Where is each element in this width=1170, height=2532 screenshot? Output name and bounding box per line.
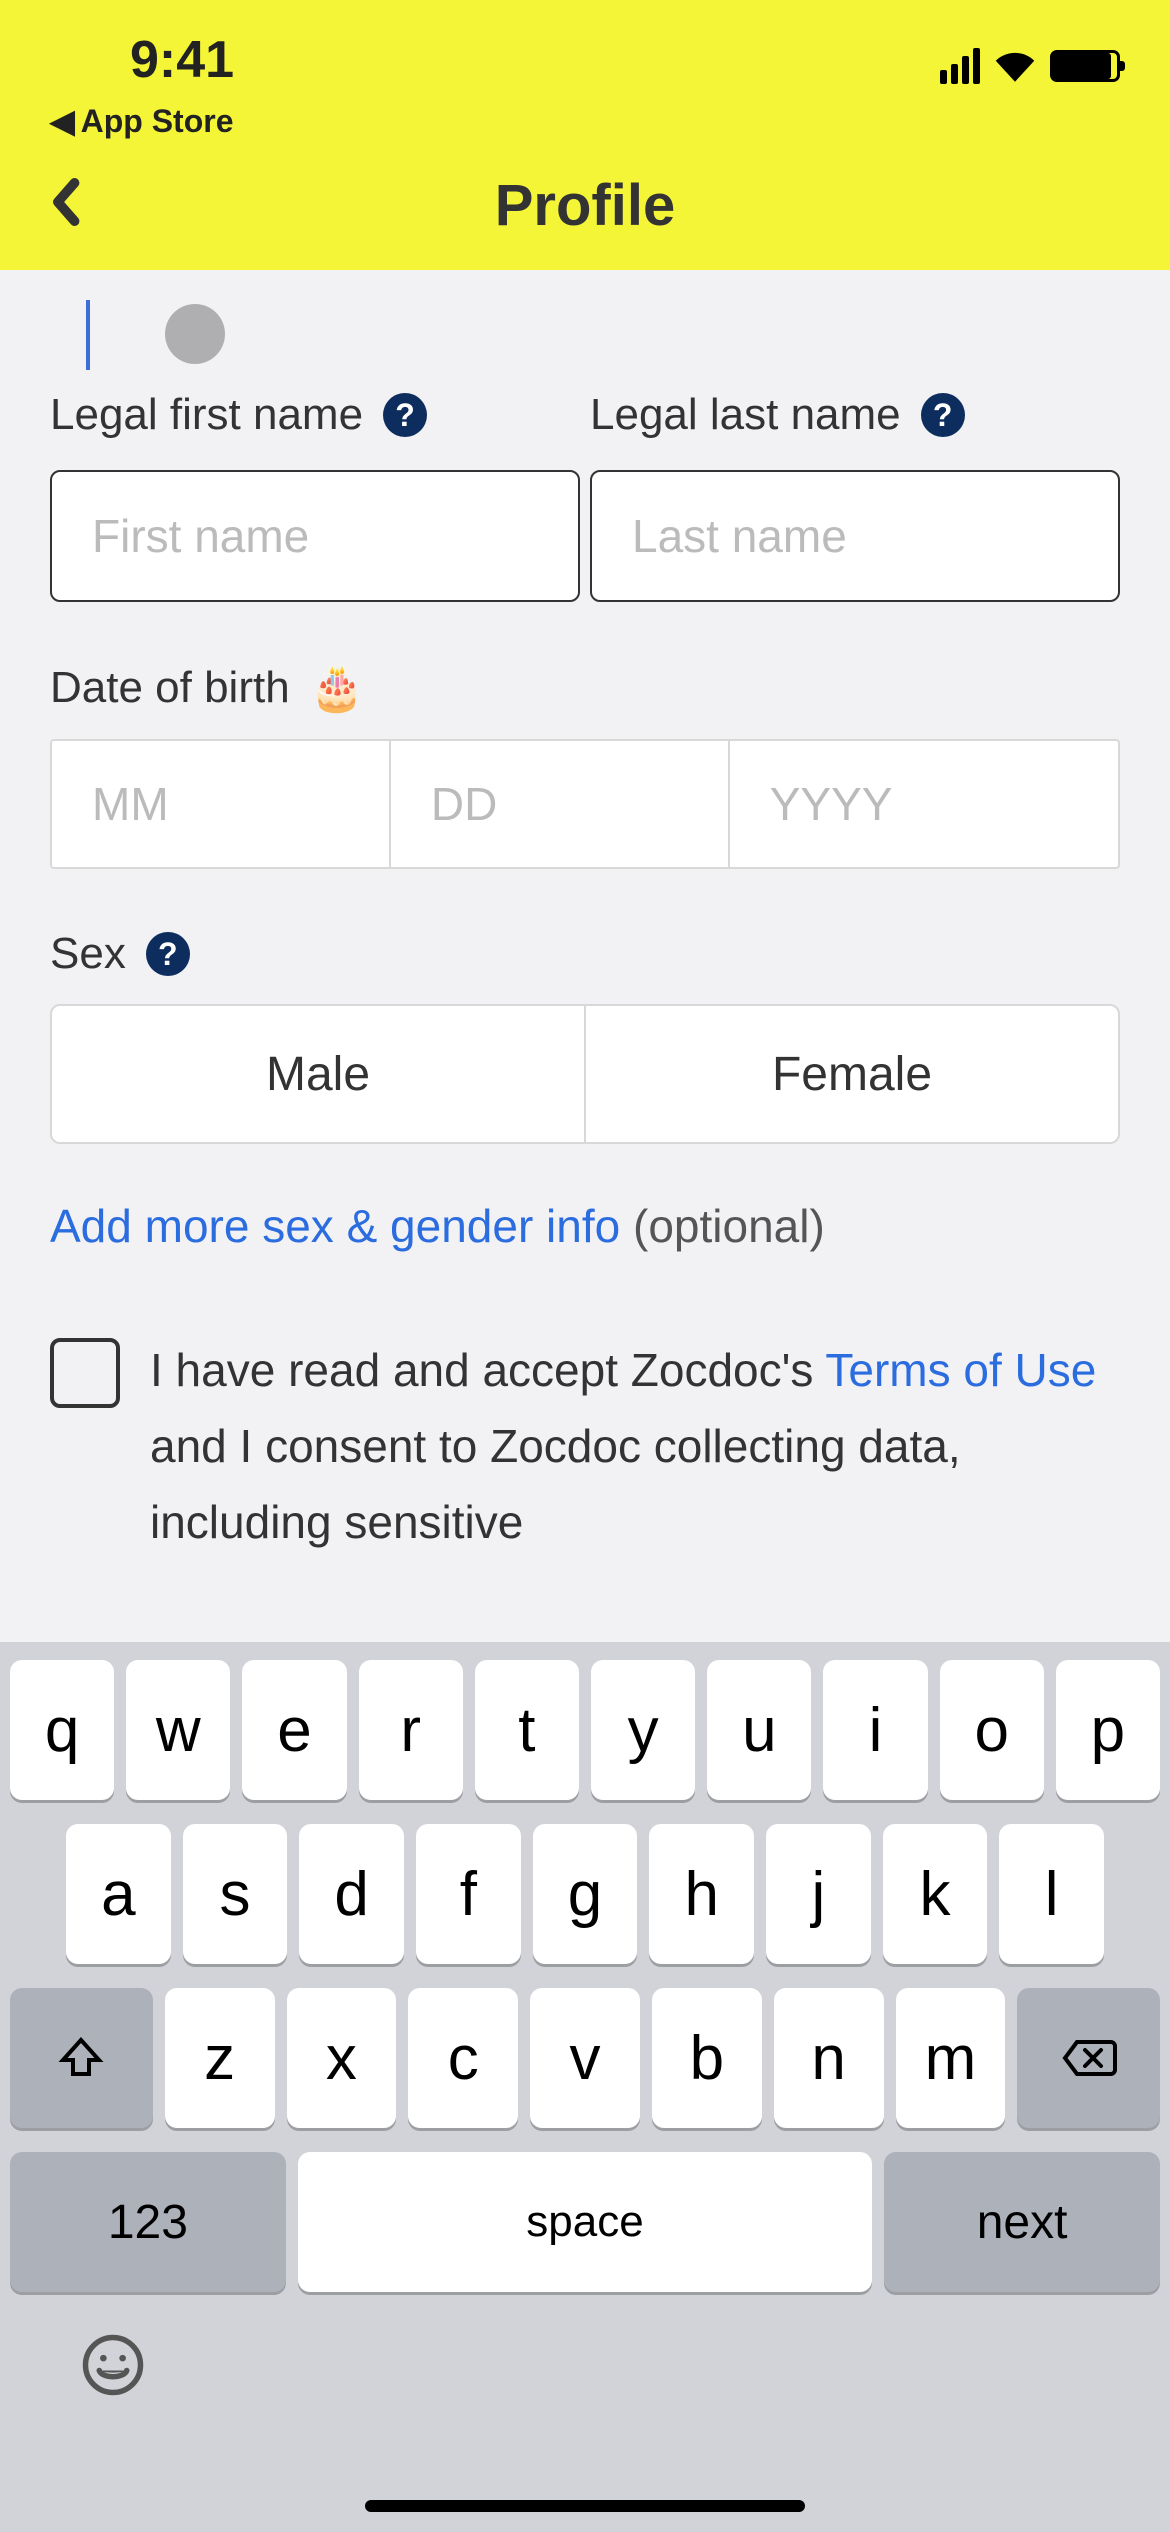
chevron-left-icon xyxy=(50,178,80,226)
key-n[interactable]: n xyxy=(774,1988,884,2128)
optional-label: (optional) xyxy=(633,1200,825,1252)
dob-month-input[interactable]: MM xyxy=(52,741,391,867)
terms-text: I have read and accept Zocdoc's Terms of… xyxy=(150,1333,1120,1561)
cake-icon: 🎂 xyxy=(310,662,365,714)
shift-icon xyxy=(57,2034,105,2082)
back-source-label: App Store xyxy=(81,103,234,140)
emoji-icon xyxy=(80,2332,146,2398)
key-c[interactable]: c xyxy=(408,1988,518,2128)
backspace-icon xyxy=(1061,2038,1117,2078)
battery-icon xyxy=(1050,50,1120,82)
wifi-icon xyxy=(994,50,1036,82)
dob-label: Date of birth xyxy=(50,663,290,713)
key-i[interactable]: i xyxy=(823,1660,927,1800)
dob-input-group: MM DD YYYY xyxy=(50,739,1120,869)
app-store-back-link[interactable]: ◀ App Store xyxy=(50,102,234,140)
key-delete[interactable] xyxy=(1017,1988,1160,2128)
help-icon[interactable]: ? xyxy=(921,393,965,437)
key-y[interactable]: y xyxy=(591,1660,695,1800)
add-gender-link[interactable]: Add more sex & gender info xyxy=(50,1200,620,1252)
back-caret-icon: ◀ xyxy=(50,102,75,140)
key-t[interactable]: t xyxy=(475,1660,579,1800)
sex-option-female[interactable]: Female xyxy=(586,1006,1118,1142)
sex-option-male[interactable]: Male xyxy=(52,1006,586,1142)
help-icon[interactable]: ? xyxy=(383,393,427,437)
first-name-input[interactable] xyxy=(50,470,580,602)
key-s[interactable]: s xyxy=(183,1824,288,1964)
keyboard-row-2: a s d f g h j k l xyxy=(10,1824,1160,1964)
status-time: 9:41 xyxy=(130,30,234,90)
key-x[interactable]: x xyxy=(287,1988,397,2128)
sex-options: Male Female xyxy=(50,1004,1120,1144)
last-name-input[interactable] xyxy=(590,470,1120,602)
key-q[interactable]: q xyxy=(10,1660,114,1800)
key-v[interactable]: v xyxy=(530,1988,640,2128)
key-k[interactable]: k xyxy=(883,1824,988,1964)
keyboard-row-3: z x c v b n m xyxy=(10,1988,1160,2128)
key-shift[interactable] xyxy=(10,1988,153,2128)
first-name-label: Legal first name xyxy=(50,390,363,440)
key-b[interactable]: b xyxy=(652,1988,762,2128)
key-d[interactable]: d xyxy=(299,1824,404,1964)
key-m[interactable]: m xyxy=(896,1988,1006,2128)
last-name-label: Legal last name xyxy=(590,390,901,440)
keyboard: q w e r t y u i o p a s d f g h j k l z … xyxy=(0,1642,1170,2532)
key-l[interactable]: l xyxy=(999,1824,1104,1964)
back-button[interactable] xyxy=(50,171,80,240)
help-icon[interactable]: ? xyxy=(146,932,190,976)
key-f[interactable]: f xyxy=(416,1824,521,1964)
dob-day-input[interactable]: DD xyxy=(391,741,730,867)
key-e[interactable]: e xyxy=(242,1660,346,1800)
terms-checkbox[interactable] xyxy=(50,1338,120,1408)
terms-of-use-link[interactable]: Terms of Use xyxy=(825,1344,1096,1396)
key-123[interactable]: 123 xyxy=(10,2152,286,2292)
text-cursor xyxy=(86,300,90,370)
key-u[interactable]: u xyxy=(707,1660,811,1800)
key-o[interactable]: o xyxy=(940,1660,1044,1800)
dob-year-input[interactable]: YYYY xyxy=(730,741,1118,867)
sex-label: Sex xyxy=(50,929,126,979)
page-title: Profile xyxy=(495,172,676,239)
key-g[interactable]: g xyxy=(533,1824,638,1964)
key-r[interactable]: r xyxy=(359,1660,463,1800)
status-bar: 9:41 ◀ App Store xyxy=(0,0,1170,140)
cellular-signal-icon xyxy=(940,48,980,84)
touch-indicator xyxy=(165,304,225,364)
key-space[interactable]: space xyxy=(298,2152,872,2292)
key-z[interactable]: z xyxy=(165,1988,275,2128)
key-j[interactable]: j xyxy=(766,1824,871,1964)
key-w[interactable]: w xyxy=(126,1660,230,1800)
key-h[interactable]: h xyxy=(649,1824,754,1964)
key-next[interactable]: next xyxy=(884,2152,1160,2292)
keyboard-row-4: 123 space next xyxy=(10,2152,1160,2292)
keyboard-row-1: q w e r t y u i o p xyxy=(10,1660,1160,1800)
emoji-button[interactable] xyxy=(80,2332,146,2413)
form-content: Legal first name ? Legal last name ? Dat… xyxy=(0,270,1170,1561)
header: Profile xyxy=(0,140,1170,270)
home-indicator[interactable] xyxy=(365,2500,805,2512)
key-p[interactable]: p xyxy=(1056,1660,1160,1800)
key-a[interactable]: a xyxy=(66,1824,171,1964)
